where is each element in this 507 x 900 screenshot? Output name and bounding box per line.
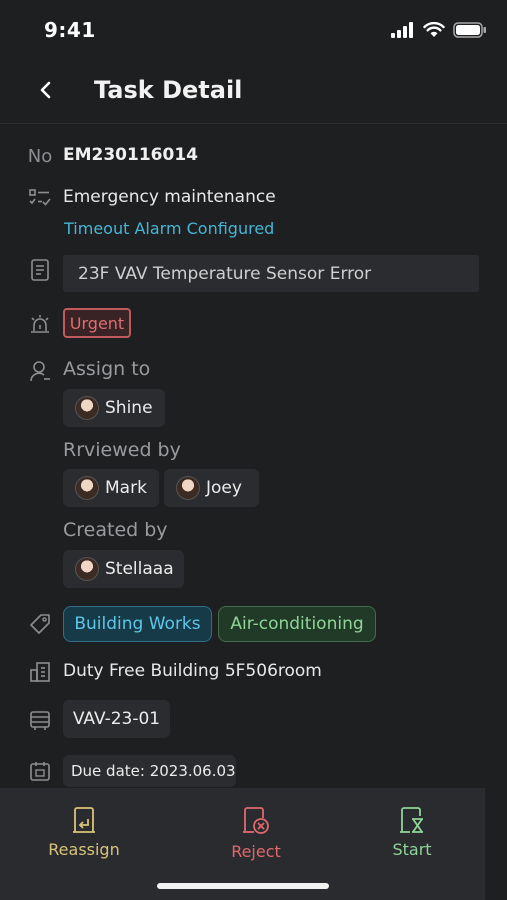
task-number: EM230116014 (63, 145, 198, 165)
calendar-icon (28, 759, 52, 783)
device-icon (28, 708, 52, 732)
reassign-button[interactable]: Reassign (48, 806, 120, 859)
start-label: Start (392, 840, 432, 859)
status-icons (391, 22, 487, 38)
page-title: Task Detail (94, 76, 243, 104)
start-icon (400, 807, 423, 833)
reviewer-chip-mark[interactable]: Mark (63, 469, 159, 507)
tag-air-conditioning: Air-conditioning (218, 606, 376, 642)
avatar (75, 396, 99, 420)
avatar (75, 476, 99, 500)
reject-icon (243, 807, 269, 834)
reassign-icon (73, 807, 95, 833)
battery-icon (453, 22, 486, 38)
creator-name: Stellaaa (105, 559, 174, 579)
checklist-icon (28, 186, 52, 210)
wifi-icon (423, 22, 445, 37)
start-button[interactable]: Start (390, 806, 434, 859)
nav-bar: Task Detail (0, 60, 507, 124)
user-icon (28, 359, 52, 383)
reassign-label: Reassign (48, 840, 120, 859)
back-button[interactable] (30, 74, 62, 106)
assign-to-label: Assign to (63, 358, 151, 380)
tag-building-works: Building Works (63, 606, 212, 642)
created-by-label: Created by (63, 519, 168, 541)
reject-label: Reject (231, 842, 281, 861)
task-type: Emergency maintenance (63, 187, 276, 207)
avatar (75, 557, 99, 581)
reviewer-chip-joey[interactable]: Joey (164, 469, 259, 507)
number-sign-icon: No (27, 145, 53, 167)
tag-icon (28, 612, 52, 636)
status-time: 9:41 (44, 18, 96, 42)
due-date-chip: Due date: 2023.06.03 (63, 755, 236, 787)
status-bar: 9:41 (0, 0, 507, 60)
creator-chip[interactable]: Stellaaa (63, 550, 184, 588)
assignee-chip[interactable]: Shine (63, 389, 165, 427)
reviewed-by-label: Rrviewed by (63, 439, 181, 461)
avatar (176, 476, 200, 500)
reviewer-name: Joey (206, 478, 242, 498)
description-field: 23F VAV Temperature Sensor Error (63, 255, 479, 292)
alarm-light-icon (28, 312, 52, 336)
reviewer-name: Mark (105, 478, 147, 498)
home-indicator (157, 883, 329, 889)
reject-button[interactable]: Reject (228, 806, 284, 861)
document-icon (28, 258, 52, 282)
assignee-name: Shine (105, 398, 153, 418)
equipment-chip[interactable]: VAV-23-01 (63, 700, 170, 738)
timeout-alarm-link[interactable]: Timeout Alarm Configured (64, 219, 274, 238)
priority-badge: Urgent (63, 308, 131, 338)
building-icon (28, 660, 52, 684)
location-text: Duty Free Building 5F506room (63, 661, 322, 681)
chevron-left-icon (40, 81, 51, 99)
cellular-signal-icon (391, 22, 413, 38)
